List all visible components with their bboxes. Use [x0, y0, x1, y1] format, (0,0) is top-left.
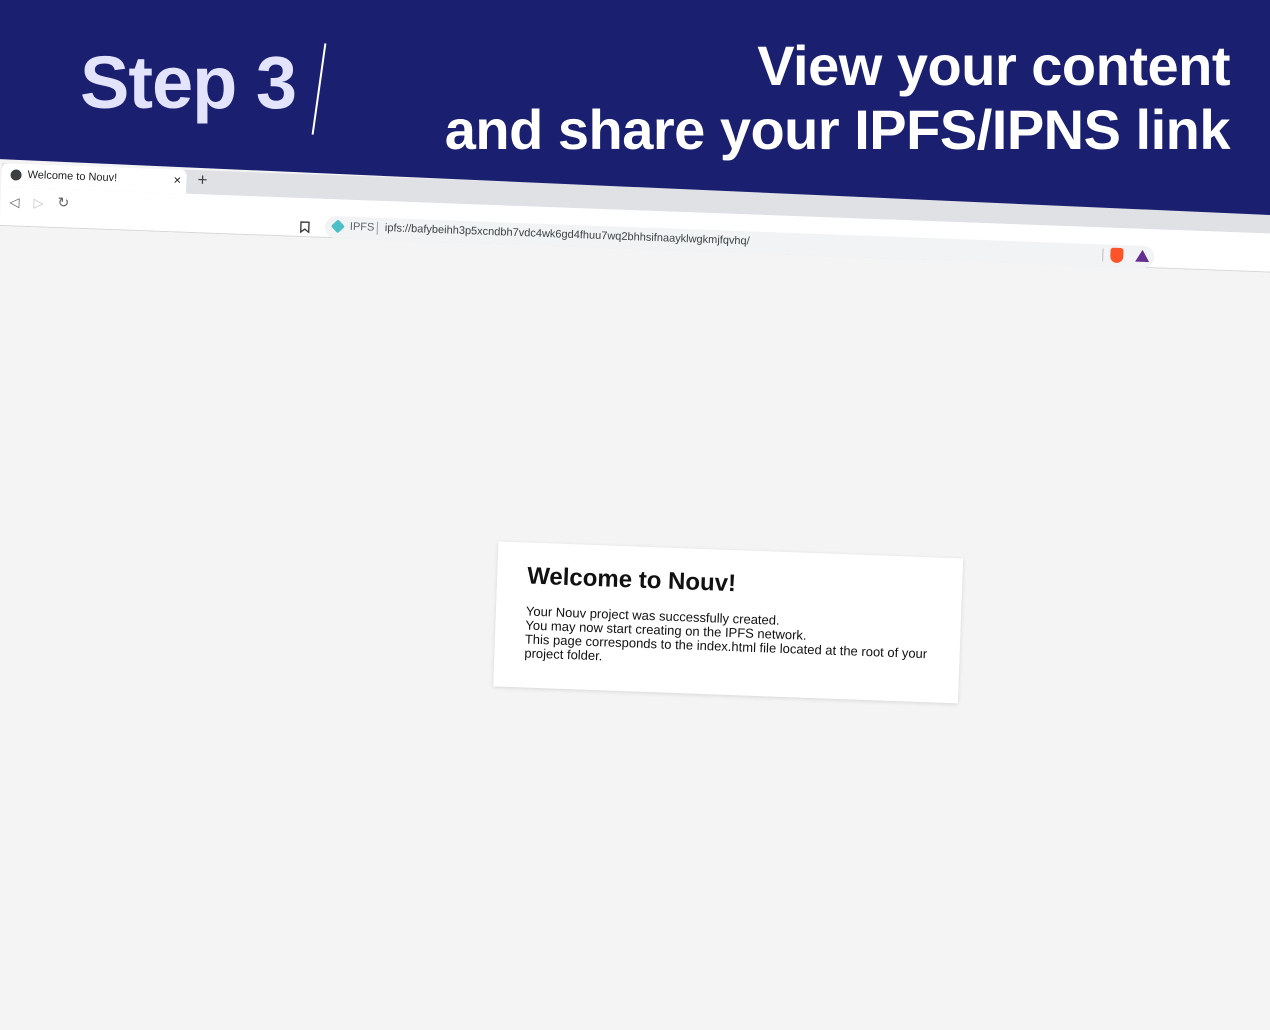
globe-icon — [10, 169, 22, 181]
forward-icon[interactable]: ▷ — [33, 195, 44, 211]
brave-rewards-icon[interactable] — [1135, 249, 1150, 263]
banner-headline: View your content and share your IPFS/IP… — [444, 34, 1231, 162]
page-viewport: Welcome to Nouv! Your Nouv project was s… — [0, 225, 1270, 1030]
bookmark-icon[interactable] — [299, 221, 311, 236]
headline-line-2: and share your IPFS/IPNS link — [444, 98, 1231, 161]
back-icon[interactable]: ◁ — [9, 194, 20, 210]
browser-window: Welcome to Nouv! × + ◁ ▷ ↻ IPFS ipfs://b… — [0, 163, 1270, 1030]
page-heading: Welcome to Nouv! — [526, 562, 737, 598]
tab-title: Welcome to Nouv! — [27, 168, 118, 185]
ipfs-cube-icon — [330, 219, 345, 234]
headline-line-1: View your content — [757, 34, 1230, 97]
welcome-card: Welcome to Nouv! Your Nouv project was s… — [493, 541, 964, 704]
ipfs-label: IPFS — [349, 220, 375, 234]
omnibox-divider — [1102, 248, 1104, 262]
step-label: Step 3 — [80, 41, 297, 124]
omnibox-separator — [376, 221, 379, 235]
brave-shields-icon[interactable] — [1110, 247, 1124, 264]
step-divider — [311, 43, 327, 135]
close-icon[interactable]: × — [173, 172, 181, 187]
new-tab-button[interactable]: + — [197, 170, 208, 190]
reload-icon[interactable]: ↻ — [57, 194, 69, 211]
